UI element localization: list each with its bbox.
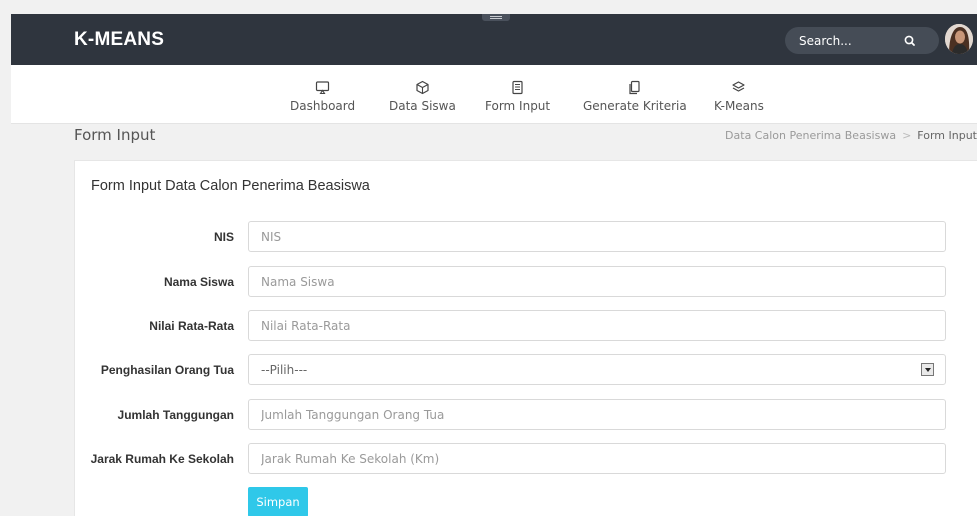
- top-bar: K-MEANS: [11, 14, 977, 65]
- page-title: Form Input: [74, 126, 156, 144]
- cube-icon: [416, 80, 429, 95]
- menu-toggle-icon[interactable]: [482, 14, 510, 21]
- search-input[interactable]: [799, 31, 899, 50]
- breadcrumb-link[interactable]: Data Calon Penerima Beasiswa: [725, 129, 896, 142]
- breadcrumb: Data Calon Penerima Beasiswa > Form Input: [725, 129, 977, 142]
- user-photo-icon: [945, 24, 973, 54]
- main-nav: Dashboard Data Siswa Form Input Generate…: [11, 65, 977, 124]
- chevron-down-icon[interactable]: [921, 363, 934, 376]
- nav-label: Form Input: [485, 99, 551, 113]
- avatar[interactable]: [945, 24, 973, 54]
- monitor-icon: [315, 81, 330, 95]
- layers-icon: [732, 81, 746, 92]
- nav-label: Generate Kriteria: [583, 99, 687, 113]
- document-icon: [512, 80, 523, 95]
- jarak-rumah-field[interactable]: [248, 443, 946, 474]
- nav-label: Data Siswa: [389, 99, 456, 113]
- nis-label: NIS: [213, 230, 234, 244]
- nav-item-data-siswa[interactable]: Data Siswa: [389, 65, 456, 124]
- nama-siswa-label: Nama Siswa: [163, 275, 234, 289]
- brand-logo[interactable]: K-MEANS: [74, 29, 164, 51]
- jumlah-tanggungan-field[interactable]: [248, 399, 946, 430]
- form-title: Form Input Data Calon Penerima Beasiswa: [91, 178, 370, 194]
- nav-label: Dashboard: [290, 99, 356, 113]
- chevron-right-icon: >: [902, 129, 912, 142]
- copy-icon: [629, 80, 640, 95]
- jumlah-tanggungan-label: Jumlah Tanggungan: [117, 408, 234, 422]
- nav-label: K-Means: [714, 99, 764, 113]
- nav-item-generate-kriteria[interactable]: Generate Kriteria: [583, 65, 687, 124]
- nav-item-dashboard[interactable]: Dashboard: [290, 65, 355, 124]
- nilai-rata-rata-field[interactable]: [248, 310, 946, 341]
- simpan-button[interactable]: Simpan: [248, 487, 308, 516]
- nama-siswa-field[interactable]: [248, 266, 946, 297]
- search-box[interactable]: [785, 27, 939, 54]
- breadcrumb-current: Form Input: [917, 129, 977, 142]
- nav-item-k-means[interactable]: K-Means: [714, 65, 764, 124]
- select-value: --Pilih---: [261, 363, 308, 377]
- penghasilan-orang-tua-select[interactable]: --Pilih---: [248, 354, 946, 385]
- jarak-rumah-label: Jarak Rumah Ke Sekolah: [90, 452, 234, 466]
- nilai-rata-rata-label: Nilai Rata-Rata: [149, 319, 234, 333]
- form-card: Form Input Data Calon Penerima Beasiswa …: [74, 160, 977, 516]
- nis-field[interactable]: [248, 221, 946, 252]
- penghasilan-orang-tua-label: Penghasilan Orang Tua: [100, 363, 234, 377]
- search-icon[interactable]: [902, 33, 918, 49]
- nav-item-form-input[interactable]: Form Input: [485, 65, 550, 124]
